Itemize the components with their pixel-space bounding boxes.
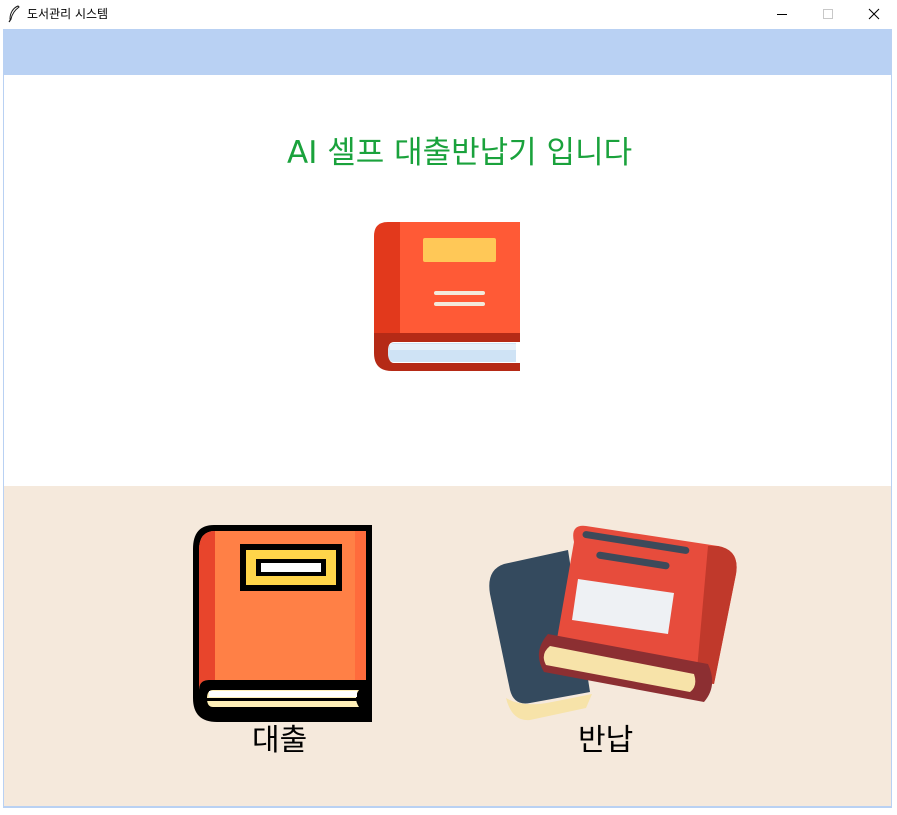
close-icon <box>868 8 880 20</box>
maximize-icon <box>823 9 833 19</box>
maximize-button[interactable] <box>805 0 851 29</box>
return-label: 반납 <box>578 723 634 758</box>
title-bar[interactable]: 도서관리 시스템 <box>0 0 897 29</box>
close-button[interactable] <box>851 0 897 29</box>
header-band <box>4 29 891 75</box>
minimize-button[interactable] <box>759 0 805 29</box>
feather-icon <box>8 5 20 23</box>
loan-button[interactable]: 대출 <box>187 522 377 762</box>
welcome-headline: AI 셀프 대출반납기 입니다 <box>287 135 633 171</box>
client-area: AI 셀프 대출반납기 입니다 대출 반납 <box>3 29 892 808</box>
window-title: 도서관리 시스템 <box>27 7 109 21</box>
closed-book-icon <box>193 525 372 722</box>
stacked-books-icon <box>489 525 737 721</box>
red-book-icon <box>374 222 520 371</box>
minimize-icon <box>777 14 787 15</box>
app-window: 도서관리 시스템 AI 셀프 대출반납기 입니다 대출 반납 <box>0 0 897 815</box>
return-button[interactable]: 반납 <box>482 522 742 762</box>
loan-label: 대출 <box>252 723 308 758</box>
action-panel: 대출 반납 <box>4 486 891 806</box>
